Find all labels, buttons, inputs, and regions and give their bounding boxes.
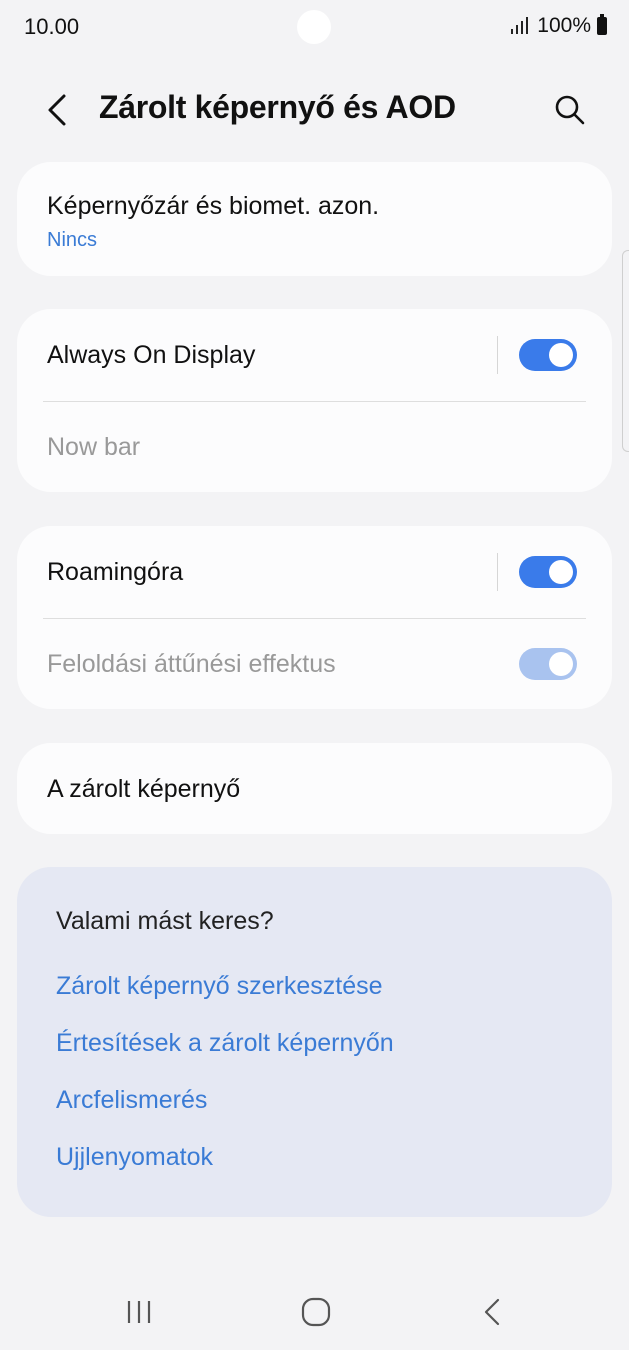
row-separator xyxy=(497,336,498,374)
nav-back-button[interactable] xyxy=(470,1290,514,1334)
back-icon xyxy=(484,1298,500,1326)
roaming-card: Roamingóra Feloldási áttűnési effektus xyxy=(17,526,612,709)
lock-type-value: Nincs xyxy=(47,229,98,251)
search-button[interactable] xyxy=(548,88,592,132)
lock-type-row[interactable]: Képernyőzár és biomet. azon. Nincs xyxy=(17,162,612,276)
suggestion-link[interactable]: Ujjlenyomatok xyxy=(56,1143,213,1172)
scrollbar[interactable] xyxy=(622,250,629,452)
status-indicators: 100% xyxy=(511,14,607,38)
unlock-effect-row[interactable]: Feloldási áttűnési effektus xyxy=(17,619,612,709)
status-time: 10.00 xyxy=(24,14,80,39)
toggle-knob xyxy=(549,652,573,676)
toggle-knob xyxy=(549,343,573,367)
signal-icon xyxy=(511,17,529,34)
status-bar: 10.00 100% xyxy=(0,0,629,54)
camera-cutout xyxy=(297,10,331,44)
roaming-toggle[interactable] xyxy=(519,556,577,588)
page-title: Zárolt képernyő és AOD xyxy=(99,89,456,125)
battery-percent: 100% xyxy=(537,14,591,37)
toggle-knob xyxy=(549,560,573,584)
home-icon xyxy=(301,1297,331,1327)
battery-icon xyxy=(597,14,607,35)
lock-type-card: Képernyőzár és biomet. azon. Nincs xyxy=(17,162,612,276)
suggestions-heading: Valami mást keres? xyxy=(56,907,274,935)
lock-screen-card: A zárolt képernyő xyxy=(17,743,612,834)
suggestions-card: Valami mást keres? Zárolt képernyő szerk… xyxy=(17,867,612,1217)
roaming-title: Roamingóra xyxy=(47,558,184,586)
roaming-row[interactable]: Roamingóra xyxy=(17,526,612,618)
recent-apps-button[interactable] xyxy=(117,1290,161,1334)
app-bar: Zárolt képernyő és AOD xyxy=(0,70,629,150)
lock-screen-row[interactable]: A zárolt képernyő xyxy=(17,743,612,834)
suggestion-link[interactable]: Arcfelismerés xyxy=(56,1086,207,1115)
aod-row[interactable]: Always On Display xyxy=(17,309,612,401)
suggestion-link[interactable]: Zárolt képernyő szerkesztése xyxy=(56,972,383,1001)
recent-apps-icon xyxy=(127,1301,151,1323)
lock-screen-title: A zárolt képernyő xyxy=(47,775,241,803)
aod-toggle[interactable] xyxy=(519,339,577,371)
screen: 10.00 100% Zárolt képernyő és AOD Képern… xyxy=(0,0,629,1350)
navigation-bar xyxy=(0,1270,629,1350)
aod-card: Always On Display Now bar xyxy=(17,309,612,492)
suggestion-link[interactable]: Értesítések a zárolt képernyőn xyxy=(56,1029,394,1058)
search-icon xyxy=(555,95,585,125)
back-button[interactable] xyxy=(36,88,80,132)
row-separator xyxy=(497,553,498,591)
now-bar-row[interactable]: Now bar xyxy=(17,402,612,492)
now-bar-title: Now bar xyxy=(47,433,141,461)
unlock-effect-title: Feloldási áttűnési effektus xyxy=(47,650,336,678)
chevron-left-icon xyxy=(48,94,66,126)
aod-title: Always On Display xyxy=(47,341,256,369)
lock-type-title: Képernyőzár és biomet. azon. xyxy=(47,192,380,220)
home-button[interactable] xyxy=(294,1290,338,1334)
unlock-effect-toggle[interactable] xyxy=(519,648,577,680)
